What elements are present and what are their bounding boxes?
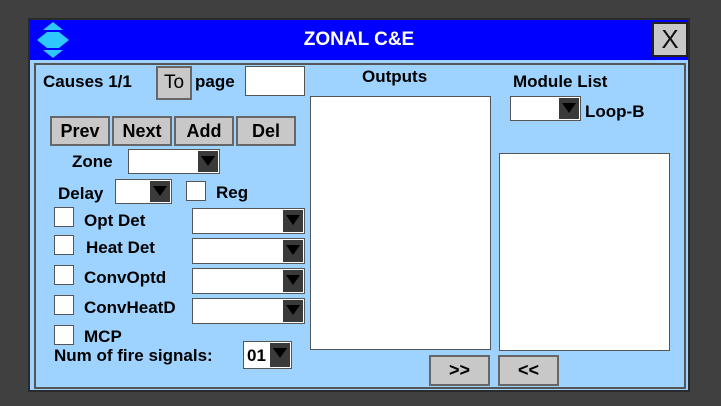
outputs-label: Outputs	[362, 67, 428, 86]
chevron-down-icon	[283, 270, 303, 292]
zone-dropdown[interactable]	[128, 149, 220, 174]
move-right-button[interactable]: >>	[429, 355, 490, 386]
chevron-down-icon	[198, 151, 218, 172]
mcp-checkbox[interactable]	[54, 325, 74, 345]
heat-det-dropdown[interactable]	[192, 238, 305, 264]
close-button[interactable]: X	[652, 22, 688, 57]
causes-label: Causes 1/1	[43, 72, 132, 91]
conv-heatd-checkbox[interactable]	[54, 295, 74, 315]
page-label: page	[195, 72, 235, 91]
chevron-down-icon	[150, 181, 170, 202]
fire-signals-dropdown[interactable]: 01	[243, 341, 292, 369]
module-loop-dropdown[interactable]	[510, 96, 581, 121]
chevron-down-icon	[283, 240, 303, 262]
heat-det-checkbox[interactable]	[54, 235, 74, 255]
move-left-button[interactable]: <<	[498, 355, 559, 386]
del-button[interactable]: Del	[236, 116, 296, 146]
chevron-down-icon	[283, 300, 303, 322]
delay-dropdown[interactable]	[115, 179, 172, 204]
to-page-button[interactable]: To	[156, 66, 192, 100]
conv-heatd-dropdown[interactable]	[192, 298, 305, 324]
conv-heatd-label: ConvHeatD	[84, 298, 176, 317]
opt-det-checkbox[interactable]	[54, 207, 74, 227]
module-list[interactable]	[499, 153, 670, 351]
next-button[interactable]: Next	[112, 116, 172, 146]
opt-det-label: Opt Det	[84, 211, 146, 230]
prev-button[interactable]: Prev	[50, 116, 110, 146]
opt-det-dropdown[interactable]	[192, 208, 305, 234]
reg-checkbox[interactable]	[186, 181, 206, 201]
module-list-label: Module List	[513, 72, 608, 91]
add-button[interactable]: Add	[174, 116, 234, 146]
zone-label: Zone	[72, 152, 113, 171]
outputs-list[interactable]	[310, 96, 491, 350]
mcp-label: MCP	[84, 327, 122, 346]
conv-optd-checkbox[interactable]	[54, 265, 74, 285]
fire-signals-value: 01	[247, 346, 266, 365]
conv-optd-dropdown[interactable]	[192, 268, 305, 294]
page-input[interactable]	[245, 66, 305, 96]
chevron-down-icon	[283, 210, 303, 232]
fire-signals-label: Num of fire signals:	[54, 346, 213, 365]
reg-label: Reg	[216, 183, 249, 202]
conv-optd-label: ConvOptd	[84, 268, 167, 287]
loop-label: Loop-B	[585, 102, 645, 121]
chevron-down-icon	[559, 98, 579, 119]
heat-det-label: Heat Det	[86, 238, 155, 257]
delay-label: Delay	[58, 184, 104, 203]
chevron-down-icon	[270, 343, 290, 367]
window-title: ZONAL C&E	[303, 29, 415, 50]
